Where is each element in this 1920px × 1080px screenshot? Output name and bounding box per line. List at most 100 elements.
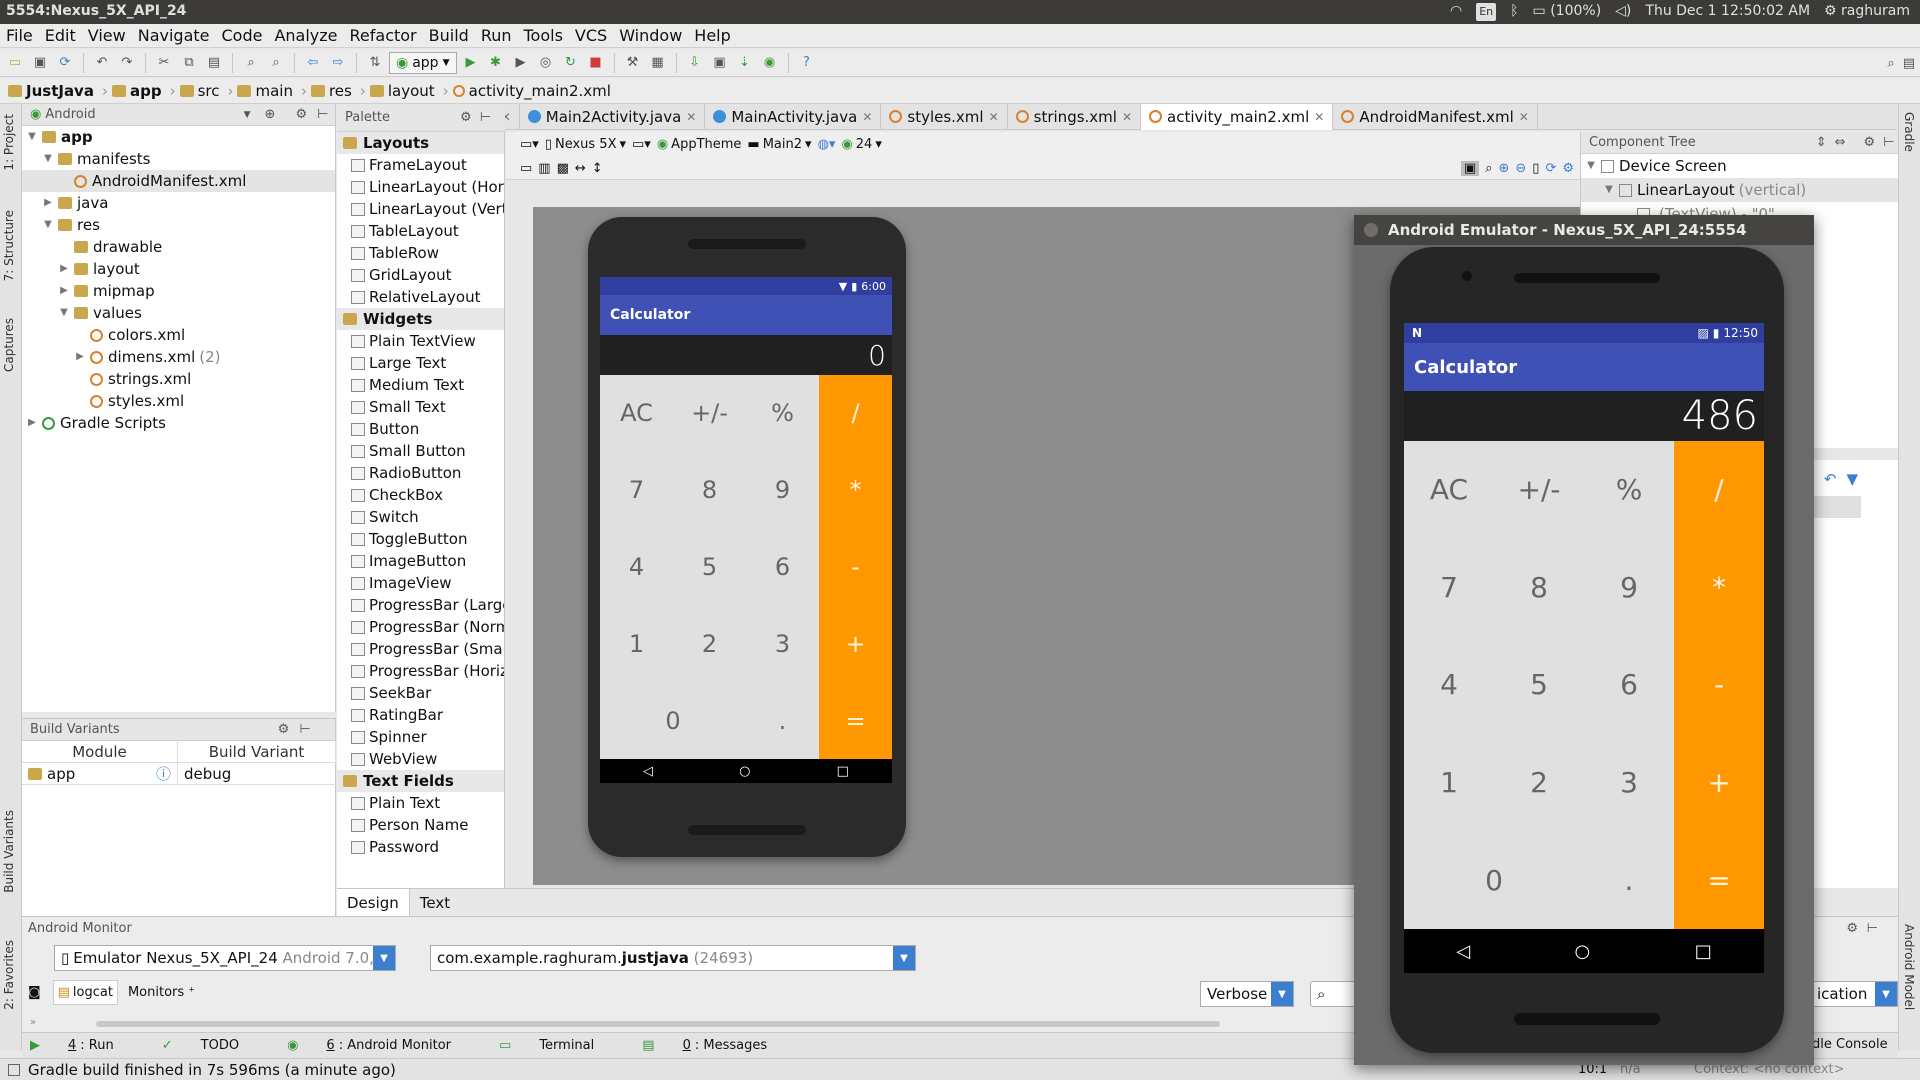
palette-item[interactable]: Button [337,418,504,440]
palette-item[interactable]: SeekBar [337,682,504,704]
project-view-select[interactable]: Android [45,107,95,122]
collapse-all-icon[interactable]: ⇔ [1835,135,1846,150]
copy-icon[interactable]: ⧉ [178,52,200,74]
calculator-key[interactable]: +/- [673,375,746,452]
emulator-title-bar[interactable]: Android Emulator - Nexus_5X_API_24:5554 [1354,215,1814,245]
menu-view[interactable]: View [82,24,132,48]
tab-android-model[interactable]: Android Model [1902,924,1916,1010]
bottom-tab[interactable]: ▤ 0: Messages [642,1038,791,1053]
orientation-icon[interactable]: ▭▾ [632,137,651,152]
hide-panel-icon[interactable]: ⊢ [299,722,310,737]
tree-item[interactable]: ▶ java [22,192,335,214]
sync-icon[interactable]: ⟳ [54,52,76,74]
palette-item[interactable]: FrameLayout [337,154,504,176]
calculator-key[interactable]: 9 [746,451,819,529]
palette-item[interactable]: ProgressBar (Norm [337,616,504,638]
gear-icon[interactable]: ⚙ [295,107,307,122]
breadcrumb-item[interactable]: src [179,82,224,100]
operator-key[interactable]: + [819,605,892,683]
tab-gradle[interactable]: Gradle [1902,112,1916,152]
calculator-key[interactable]: 0 [1404,831,1584,929]
bottom-tab[interactable]: ✓ TODO [162,1038,263,1053]
api-select[interactable]: ◉ 24 ▾ [841,137,881,152]
chevron-right-icon[interactable]: ▶ [42,192,54,214]
expand-icon[interactable]: ↔ [575,161,586,176]
palette-item[interactable]: Plain TextView [337,330,504,352]
breadcrumb-item[interactable]: JustJava [8,82,98,100]
calculator-key[interactable]: 7 [600,451,673,529]
menu-run[interactable]: Run [475,24,518,48]
calculator-key[interactable]: 2 [1494,733,1584,832]
tree-item[interactable]: ▼ values [22,302,335,324]
calculator-key[interactable]: 3 [746,605,819,683]
find-icon[interactable]: ⌕ [240,52,262,74]
calculator-key[interactable]: 6 [746,528,819,606]
android-monitor-icon[interactable]: ◉ [759,52,781,74]
bottom-tab[interactable]: ▶ 4: Run [30,1038,138,1053]
device-select[interactable]: ▯ Emulator Nexus_5X_API_24 Android 7.0, … [54,945,396,971]
calculator-key[interactable]: +/- [1494,441,1584,539]
chevron-down-icon[interactable]: ▼ [1603,179,1615,201]
zoom-out-icon[interactable]: ⊖ [1515,161,1526,176]
palette-item[interactable]: TableLayout [337,220,504,242]
tab-build-variants[interactable]: Build Variants [2,810,16,893]
make-project-icon[interactable]: ⇅ [364,52,386,74]
palette-item[interactable]: ImageButton [337,550,504,572]
palette-item[interactable]: RadioButton [337,462,504,484]
status-message[interactable]: Gradle build finished in 7s 596ms (a min… [28,1061,396,1079]
operator-key[interactable]: * [819,451,892,529]
palette-item[interactable]: ProgressBar (Small) [337,638,504,660]
sdk-manager-icon[interactable]: ⇣ [734,52,756,74]
menu-window[interactable]: Window [613,24,688,48]
palette-item[interactable]: Small Text [337,396,504,418]
device-monitor-icon[interactable]: ▣ [709,52,731,74]
tab-logcat[interactable]: ▤ logcat [52,979,118,1005]
stop-icon[interactable]: ■ [585,52,607,74]
close-icon[interactable]: ✕ [686,110,696,124]
breadcrumb-item[interactable]: res [310,82,356,100]
menu-help[interactable]: Help [688,24,736,48]
menu-code[interactable]: Code [216,24,269,48]
theme-select[interactable]: ◉ AppTheme [657,137,742,152]
tree-item[interactable]: ▼ manifests [22,148,335,170]
zoom-fit-icon[interactable]: ⌕ [1485,161,1492,176]
variant-cell[interactable]: debug [178,763,336,785]
zoom-actual-icon[interactable]: ▣ [1460,160,1480,176]
palette-group[interactable]: Widgets [337,308,504,330]
calculator-key[interactable]: % [746,375,819,452]
close-icon[interactable]: ✕ [1519,110,1529,124]
gear-icon[interactable]: ⚙ [460,110,472,125]
log-filter-select[interactable]: ication ▼ [1810,981,1898,1007]
chevron-right-icon[interactable]: ▶ [26,412,38,434]
calculator-key[interactable]: 7 [1404,538,1494,637]
run-icon[interactable]: ▶ [460,52,482,74]
chevron-down-icon[interactable]: ▼ [26,126,38,148]
calculator-key[interactable]: 4 [600,528,673,606]
chevron-down-icon[interactable]: ▼ [42,214,54,236]
calculator-key[interactable]: 9 [1584,538,1674,637]
fill-icon[interactable]: ▩ [557,161,569,176]
emulator-screen[interactable]: N ▨ ▮ 12:50 Calculator 486 AC +/-%/ 7 8 9 * 4 5… [1404,323,1764,973]
tree-item[interactable]: ▶ mipmap [22,280,335,302]
editor-tab[interactable]: MainActivity.java ✕ [705,103,882,130]
tab-project[interactable]: 1: Project [2,114,16,171]
settings-icon[interactable]: ▤ [1898,52,1920,74]
module-cell[interactable]: app ⓘ [22,763,178,785]
palette-item[interactable]: Small Button [337,440,504,462]
editor-tab[interactable]: activity_main2.xml ✕ [1141,103,1334,130]
expand-all-icon[interactable]: ⇕ [1816,135,1827,150]
open-folder-icon[interactable]: ▭ [4,52,26,74]
battery-indicator[interactable]: ▭ (100%) [1533,3,1602,21]
log-search-input[interactable]: ⌕ [1310,981,1356,1007]
chevron-down-icon[interactable]: ▼ [58,302,70,324]
calculator-key[interactable]: 5 [1494,636,1584,734]
menu-edit[interactable]: Edit [39,24,82,48]
component-tree-item[interactable]: ▼ Device Screen [1581,154,1898,178]
gear-icon[interactable]: ⚙ [1864,135,1876,150]
close-icon[interactable]: ✕ [989,110,999,124]
palette-item[interactable]: ImageView [337,572,504,594]
palette-item[interactable]: Medium Text [337,374,504,396]
process-select[interactable]: com.example.raghuram. justjava (24693) ▼ [430,945,916,971]
tab-text[interactable]: Text [410,889,460,917]
help-icon[interactable]: ? [796,52,818,74]
